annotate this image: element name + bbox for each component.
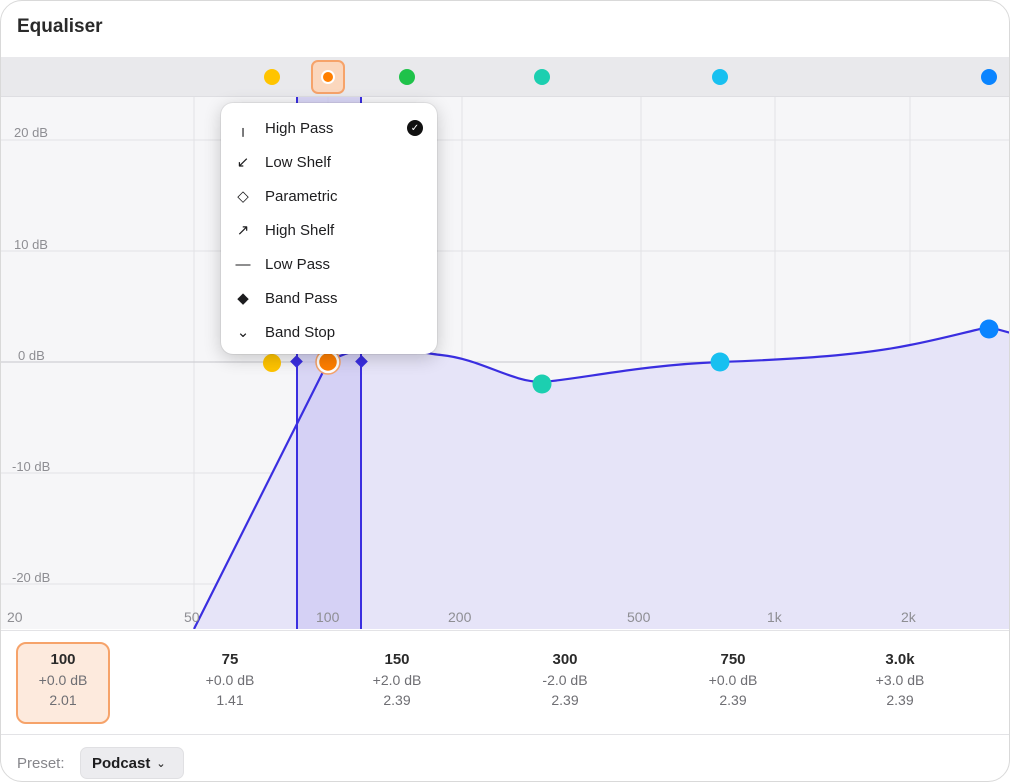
band-handle-3k[interactable] bbox=[981, 69, 997, 85]
band-card-75[interactable]: 75 +0.0 dB 1.41 bbox=[183, 642, 277, 724]
band-handle-300[interactable] bbox=[534, 69, 550, 85]
eq-graph[interactable]: 20 dB 10 dB 0 dB -10 dB -20 dB 20 50 100… bbox=[1, 97, 1009, 629]
y-label-minus-20: -20 dB bbox=[12, 570, 50, 585]
band-frequency: 150 bbox=[384, 651, 410, 668]
band-q: 1.41 bbox=[216, 692, 244, 708]
menu-item-band-stop[interactable]: ⌄ Band Stop bbox=[221, 315, 437, 349]
band-card-100[interactable]: 100 +0.0 dB 2.01 bbox=[16, 642, 110, 724]
menu-item-label: Low Shelf bbox=[265, 153, 331, 171]
band-gain: +0.0 dB bbox=[38, 672, 88, 688]
band-card-150[interactable]: 150 +2.0 dB 2.39 bbox=[350, 642, 444, 724]
band-card-3k[interactable]: 3.0k +3.0 dB 2.39 bbox=[853, 642, 947, 724]
band-parameters-row: 100 +0.0 dB 2.01 75 +0.0 dB 1.41 150 +2.… bbox=[1, 630, 1009, 735]
eq-graph-canvas: 20 dB 10 dB 0 dB -10 dB -20 dB 20 50 100… bbox=[1, 97, 1009, 629]
band-q: 2.39 bbox=[719, 692, 747, 708]
low-pass-icon: — bbox=[235, 255, 251, 273]
parametric-icon: ◇ bbox=[237, 188, 249, 205]
y-label-minus-10: -10 dB bbox=[12, 459, 50, 474]
y-label-10: 10 dB bbox=[14, 237, 48, 252]
x-label-500: 500 bbox=[627, 609, 651, 625]
preset-label: Preset: bbox=[17, 755, 65, 772]
menu-item-band-pass[interactable]: ◆ Band Pass bbox=[221, 281, 437, 315]
band-frequency: 3.0k bbox=[885, 651, 915, 668]
band-handle-150[interactable] bbox=[399, 69, 415, 85]
menu-item-label: High Pass bbox=[265, 119, 334, 137]
window-title: Equaliser bbox=[17, 16, 103, 37]
band-q: 2.39 bbox=[551, 692, 579, 708]
high-pass-icon: ╷ bbox=[238, 120, 248, 137]
menu-item-high-pass[interactable]: ╷ High Pass ✓ bbox=[221, 111, 437, 145]
band-handle-100-selected[interactable] bbox=[311, 60, 345, 94]
band-card-300[interactable]: 300 -2.0 dB 2.39 bbox=[518, 642, 612, 724]
chevron-down-icon: ⌄ bbox=[156, 757, 166, 770]
footer-bar: Preset: Podcast ⌄ bbox=[1, 735, 1009, 781]
menu-item-low-shelf[interactable]: ↙ Low Shelf bbox=[221, 145, 437, 179]
x-label-200: 200 bbox=[448, 609, 472, 625]
menu-item-label: Band Pass bbox=[265, 289, 338, 307]
preset-popup-button[interactable]: Podcast ⌄ bbox=[80, 747, 184, 779]
band-gain: +2.0 dB bbox=[372, 672, 422, 688]
band-point-750[interactable] bbox=[710, 352, 730, 372]
band-q: 2.01 bbox=[49, 692, 77, 708]
band-frequency: 750 bbox=[720, 651, 746, 668]
band-pass-icon: ◆ bbox=[237, 290, 249, 307]
filter-type-menu: ╷ High Pass ✓ ↙ Low Shelf ◇ Parametric ↗… bbox=[221, 103, 437, 354]
low-shelf-icon: ↙ bbox=[236, 154, 250, 171]
x-label-2k: 2k bbox=[901, 609, 917, 625]
band-handle-75[interactable] bbox=[264, 69, 280, 85]
preset-value: Podcast bbox=[92, 754, 151, 772]
band-gain: +0.0 dB bbox=[205, 672, 255, 688]
menu-item-label: Band Stop bbox=[265, 323, 336, 341]
y-label-20: 20 dB bbox=[14, 125, 48, 140]
x-label-50: 50 bbox=[184, 609, 200, 625]
x-label-100: 100 bbox=[316, 609, 340, 625]
band-q: 2.39 bbox=[383, 692, 411, 708]
menu-item-high-shelf[interactable]: ↗ High Shelf bbox=[221, 213, 437, 247]
band-handle-strip bbox=[1, 57, 1009, 97]
band-point-75[interactable] bbox=[263, 354, 281, 372]
equaliser-window: Equaliser 20 dB 10 dB 0 dB -10 dB -20 dB… bbox=[0, 0, 1010, 782]
menu-item-label: High Shelf bbox=[265, 221, 335, 239]
menu-item-low-pass[interactable]: — Low Pass bbox=[221, 247, 437, 281]
band-card-750[interactable]: 750 +0.0 dB 2.39 bbox=[686, 642, 780, 724]
band-point-3k[interactable] bbox=[979, 319, 999, 339]
band-gain: +3.0 dB bbox=[875, 672, 925, 688]
high-shelf-icon: ↗ bbox=[236, 222, 250, 239]
menu-item-label: Parametric bbox=[265, 187, 338, 205]
band-frequency: 300 bbox=[552, 651, 578, 668]
y-label-0: 0 dB bbox=[18, 348, 45, 363]
band-gain: +0.0 dB bbox=[708, 672, 758, 688]
band-stop-icon: ⌄ bbox=[236, 324, 250, 341]
band-handle-750[interactable] bbox=[712, 69, 728, 85]
band-point-300[interactable] bbox=[532, 374, 552, 394]
band-gain: -2.0 dB bbox=[542, 672, 588, 688]
band-frequency: 75 bbox=[221, 651, 239, 668]
band-point-100[interactable] bbox=[316, 350, 340, 374]
x-label-20: 20 bbox=[7, 609, 23, 625]
band-frequency: 100 bbox=[50, 651, 76, 668]
checkmark-icon: ✓ bbox=[407, 120, 423, 136]
menu-item-label: Low Pass bbox=[265, 255, 331, 273]
x-label-1k: 1k bbox=[767, 609, 783, 625]
band-q: 2.39 bbox=[886, 692, 914, 708]
menu-item-parametric[interactable]: ◇ Parametric bbox=[221, 179, 437, 213]
